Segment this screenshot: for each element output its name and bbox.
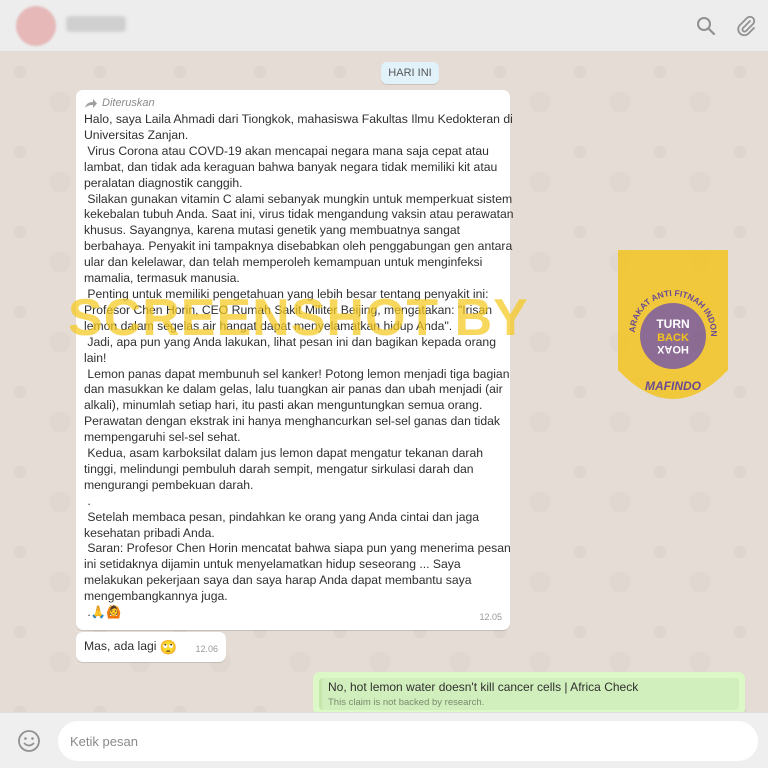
message-line: Virus Corona atau COVD-19 akan mencapai … (84, 143, 489, 158)
date-badge: HARI INI (381, 62, 439, 84)
link-title[interactable]: No, hot lemon water doesn't kill cancer … (328, 680, 733, 694)
message-line: lambat, dan tidak ada keraguan bahwa ban… (84, 159, 498, 174)
message-line: mengembangkannya juga. (84, 589, 228, 604)
message-line: mempengaruhi sel-sel sehat. (84, 430, 241, 445)
watermark-text: SCREENSHOT BY (68, 289, 529, 347)
message-text: Halo, saya Laila Ahmadi dari Tiongkok, m… (84, 112, 514, 621)
forwarded-message-bubble[interactable]: Diteruskan Halo, saya Laila Ahmadi dari … (76, 90, 514, 630)
message-line: kesehatan pribadi Anda. (84, 525, 215, 540)
attach-icon[interactable] (734, 14, 758, 38)
message-line: Kedua, asam karboksilat dalam jus lemon … (84, 446, 484, 461)
emoji-icon[interactable] (16, 728, 42, 754)
contact-name[interactable] (66, 16, 126, 32)
message-line: Setelah membaca pesan, pindahkan ke oran… (84, 509, 480, 524)
message-line: mengurangi pembekuan darah. (84, 477, 254, 492)
message-line: khusus. Sayangnya, karena mutasi genetik… (84, 223, 461, 238)
message-line: peralatan diagnostik canggih. (84, 175, 243, 190)
message-line: tinggi, melindungi pembuluh darah sempit… (84, 461, 474, 476)
second-message-time: 12.06 (195, 644, 218, 655)
message-line: ular dan kelelawar, dan telah memperoleh… (84, 255, 483, 270)
link-preview[interactable]: No, hot lemon water doesn't kill cancer … (319, 678, 739, 710)
message-line: Lemon panas dapat membunuh sel kanker! P… (84, 366, 510, 381)
second-message-text: Mas, ada lagi (84, 639, 157, 653)
eye-roll-emoji: 🙄 (159, 639, 178, 655)
message-line: dan masukkan ke dalam gelas, lalu tuangk… (84, 382, 503, 397)
forwarded-label: Diteruskan (102, 97, 155, 110)
chat-header (0, 0, 768, 52)
message-line: Silakan gunakan vitamin C alami sebanyak… (84, 191, 513, 206)
message-line: Universitas Zanjan. (84, 127, 189, 142)
mafindo-logo: MASYARAKAT ANTI FITNAH INDONESIA TURN BA… (610, 242, 732, 418)
link-description: This claim is not backed by research. (328, 697, 485, 708)
badge-back: BACK (657, 332, 689, 344)
forward-arrow-icon (85, 99, 97, 108)
compose-bar (0, 712, 768, 768)
message-line: mamalia, termasuk manusia. (84, 271, 240, 286)
message-line: Halo, saya Laila Ahmadi dari Tiongkok, m… (84, 112, 513, 126)
outgoing-link-bubble[interactable]: No, hot lemon water doesn't kill cancer … (313, 672, 745, 712)
message-line: alkali), minumlah setiap hari, itu pasti… (84, 398, 483, 413)
message-line: kekebalan tubuh Anda. Saat ini, virus ti… (84, 207, 514, 222)
message-input[interactable] (58, 721, 758, 761)
message-line: ini setidaknya dijamin untuk menyelamatk… (84, 557, 461, 572)
badge-turn: TURN (656, 317, 689, 331)
message-line: melakukan pekerjaan saya dan saya harap … (84, 573, 472, 588)
second-message-bubble[interactable]: Mas, ada lagi 🙄 12.06 (76, 632, 226, 662)
search-icon[interactable] (694, 14, 718, 38)
message-line: Perawatan dengan ekstrak ini hanya mengh… (84, 414, 500, 429)
contact-avatar[interactable] (16, 6, 56, 46)
badge-hoax: HOAX (656, 343, 688, 355)
message-line: lain! (84, 350, 107, 365)
message-line: Saran: Profesor Chen Horin mencatat bahw… (84, 541, 511, 556)
badge-mafindo: MAFINDO (645, 379, 702, 393)
forwarded-indicator: Diteruskan (84, 96, 502, 112)
message-time: 12.05 (479, 612, 502, 623)
message-line: . (84, 493, 91, 508)
message-line: .🙏🙆 (84, 605, 122, 620)
message-line: berbahaya. Penyakit ini tampaknya diseba… (84, 239, 513, 254)
